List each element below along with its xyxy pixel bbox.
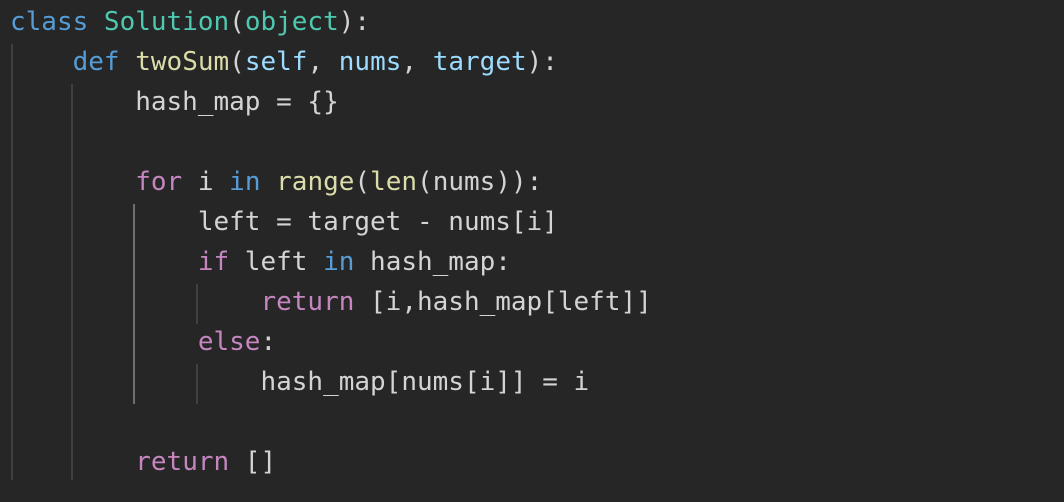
code-token: twoSum xyxy=(135,47,230,77)
code-editor[interactable]: class Solution(object): def twoSum(self,… xyxy=(0,0,1064,502)
code-line[interactable]: left = target - nums[i] xyxy=(10,202,558,242)
code-token: return xyxy=(260,287,355,317)
code-token: in xyxy=(323,247,355,277)
code-token: left xyxy=(229,247,324,277)
code-token: class xyxy=(10,7,104,37)
code-token: [i,hash_map[left]] xyxy=(354,287,652,317)
code-token: : xyxy=(260,327,277,357)
code-token: len xyxy=(370,167,418,197)
code-token: if xyxy=(197,247,230,277)
code-line[interactable]: hash_map = {} xyxy=(10,82,339,122)
code-token: hash_map = {} xyxy=(10,87,339,117)
code-token: in xyxy=(229,167,261,197)
code-token: target xyxy=(432,47,527,77)
code-token: ( xyxy=(229,7,245,37)
code-line[interactable]: for i in range(len(nums)): xyxy=(10,162,542,202)
code-line[interactable]: if left in hash_map: xyxy=(10,242,511,282)
code-token: nums xyxy=(338,47,402,77)
code-line[interactable]: class Solution(object): xyxy=(10,2,370,42)
code-token: ): xyxy=(526,47,558,77)
code-token: return xyxy=(135,447,230,477)
code-token: , xyxy=(401,47,433,77)
code-token: left = target - nums[i] xyxy=(10,207,558,237)
code-token: ( xyxy=(229,47,245,77)
code-token: ( xyxy=(354,167,371,197)
code-line[interactable]: def twoSum(self, nums, target): xyxy=(10,42,558,82)
code-token: hash_map[nums[i]] = i xyxy=(10,367,590,397)
code-token: for xyxy=(135,167,183,197)
code-line[interactable]: else: xyxy=(10,322,276,362)
code-token: object xyxy=(244,7,339,37)
code-token: (nums)): xyxy=(417,167,543,197)
code-token: , xyxy=(307,47,339,77)
code-line[interactable]: hash_map[nums[i]] = i xyxy=(10,362,589,402)
code-token: i xyxy=(182,167,230,197)
code-token: range xyxy=(276,167,355,197)
code-line[interactable]: return [i,hash_map[left]] xyxy=(10,282,652,322)
code-token: else xyxy=(197,327,261,357)
code-token: def xyxy=(72,47,136,77)
code-line[interactable]: return [] xyxy=(10,442,276,482)
code-token: ): xyxy=(338,7,371,37)
code-token: [] xyxy=(229,447,277,477)
code-token: hash_map: xyxy=(354,247,511,277)
code-token: Solution xyxy=(103,7,230,37)
code-token: self xyxy=(244,47,308,77)
